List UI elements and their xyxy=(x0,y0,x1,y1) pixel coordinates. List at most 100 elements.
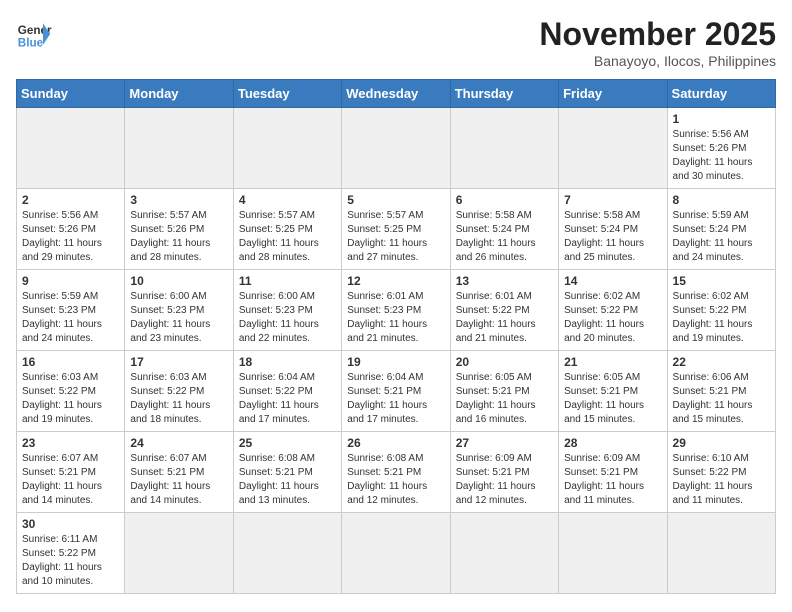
day-number: 2 xyxy=(22,193,119,207)
calendar-day-cell: 26 Sunrise: 6:08 AMSunset: 5:21 PMDayligh… xyxy=(342,432,450,513)
day-info: Sunrise: 5:57 AMSunset: 5:25 PMDaylight:… xyxy=(347,209,444,265)
calendar-day-cell: 11Sunrise: 6:00 AMSunset: 5:23 PMDayligh… xyxy=(233,270,341,351)
day-info: Sunrise: 5:57 AMSunset: 5:25 PMDaylight:… xyxy=(239,209,336,265)
calendar-week-row: 30 Sunrise: 6:11 AMSunset: 5:22 PMDayligh… xyxy=(17,513,776,594)
calendar-day-cell xyxy=(17,108,125,189)
day-info: Sunrise: 5:58 AMSunset: 5:24 PMDaylight:… xyxy=(456,209,553,265)
calendar-day-cell: 27 Sunrise: 6:09 AMSunset: 5:21 PMDayligh… xyxy=(450,432,558,513)
calendar-week-row: 9 Sunrise: 5:59 AMSunset: 5:23 PMDaylight… xyxy=(17,270,776,351)
calendar-day-cell: 18 Sunrise: 6:04 AMSunset: 5:22 PMDayligh… xyxy=(233,351,341,432)
day-info: Sunrise: 5:56 AMSunset: 5:26 PMDaylight:… xyxy=(22,209,119,265)
day-info: Sunrise: 5:56 AMSunset: 5:26 PMDaylight:… xyxy=(673,128,770,184)
day-number: 19 xyxy=(347,355,444,369)
day-number: 9 xyxy=(22,274,119,288)
day-info: Sunrise: 5:57 AMSunset: 5:26 PMDaylight:… xyxy=(130,209,227,265)
calendar-day-cell: 20Sunrise: 6:05 AMSunset: 5:21 PMDayligh… xyxy=(450,351,558,432)
day-number: 29 xyxy=(673,436,770,450)
day-number: 3 xyxy=(130,193,227,207)
day-info: Sunrise: 6:11 AMSunset: 5:22 PMDaylight:… xyxy=(22,533,119,589)
day-info: Sunrise: 6:02 AMSunset: 5:22 PMDaylight:… xyxy=(564,290,661,346)
calendar-day-cell: 22Sunrise: 6:06 AMSunset: 5:21 PMDayligh… xyxy=(667,351,775,432)
calendar-day-cell: 10 Sunrise: 6:00 AMSunset: 5:23 PMDayligh… xyxy=(125,270,233,351)
weekday-header-cell: Saturday xyxy=(667,80,775,108)
day-number: 23 xyxy=(22,436,119,450)
calendar-day-cell: 21Sunrise: 6:05 AMSunset: 5:21 PMDayligh… xyxy=(559,351,667,432)
day-number: 16 xyxy=(22,355,119,369)
day-number: 25 xyxy=(239,436,336,450)
day-number: 30 xyxy=(22,517,119,531)
day-number: 28 xyxy=(564,436,661,450)
calendar-week-row: 16 Sunrise: 6:03 AMSunset: 5:22 PMDayligh… xyxy=(17,351,776,432)
day-number: 18 xyxy=(239,355,336,369)
calendar-day-cell: 30 Sunrise: 6:11 AMSunset: 5:22 PMDayligh… xyxy=(17,513,125,594)
calendar-day-cell: 13Sunrise: 6:01 AMSunset: 5:22 PMDayligh… xyxy=(450,270,558,351)
day-info: Sunrise: 6:03 AMSunset: 5:22 PMDaylight:… xyxy=(22,371,119,427)
day-number: 10 xyxy=(130,274,227,288)
calendar-day-cell xyxy=(450,108,558,189)
day-info: Sunrise: 5:58 AMSunset: 5:24 PMDaylight:… xyxy=(564,209,661,265)
calendar-day-cell xyxy=(233,513,341,594)
calendar-day-cell: 1 Sunrise: 5:56 AMSunset: 5:26 PMDaylight… xyxy=(667,108,775,189)
calendar-day-cell: 8 Sunrise: 5:59 AMSunset: 5:24 PMDaylight… xyxy=(667,189,775,270)
day-info: Sunrise: 6:04 AMSunset: 5:22 PMDaylight:… xyxy=(239,371,336,427)
calendar-day-cell: 12Sunrise: 6:01 AMSunset: 5:23 PMDayligh… xyxy=(342,270,450,351)
day-number: 22 xyxy=(673,355,770,369)
calendar-day-cell: 6 Sunrise: 5:58 AMSunset: 5:24 PMDaylight… xyxy=(450,189,558,270)
day-info: Sunrise: 6:00 AMSunset: 5:23 PMDaylight:… xyxy=(130,290,227,346)
calendar-week-row: 23 Sunrise: 6:07 AMSunset: 5:21 PMDayligh… xyxy=(17,432,776,513)
day-number: 15 xyxy=(673,274,770,288)
calendar-day-cell: 28Sunrise: 6:09 AMSunset: 5:21 PMDayligh… xyxy=(559,432,667,513)
day-number: 6 xyxy=(456,193,553,207)
calendar-day-cell: 2 Sunrise: 5:56 AMSunset: 5:26 PMDaylight… xyxy=(17,189,125,270)
logo: General Blue xyxy=(16,16,52,52)
calendar-day-cell xyxy=(125,513,233,594)
day-info: Sunrise: 6:07 AMSunset: 5:21 PMDaylight:… xyxy=(130,452,227,508)
day-info: Sunrise: 6:03 AMSunset: 5:22 PMDaylight:… xyxy=(130,371,227,427)
calendar-body: 1 Sunrise: 5:56 AMSunset: 5:26 PMDaylight… xyxy=(17,108,776,594)
month-title: November 2025 xyxy=(539,16,776,53)
calendar-day-cell: 9 Sunrise: 5:59 AMSunset: 5:23 PMDaylight… xyxy=(17,270,125,351)
weekday-header-row: SundayMondayTuesdayWednesdayThursdayFrid… xyxy=(17,80,776,108)
calendar-day-cell xyxy=(125,108,233,189)
calendar-day-cell: 17 Sunrise: 6:03 AMSunset: 5:22 PMDayligh… xyxy=(125,351,233,432)
day-info: Sunrise: 6:07 AMSunset: 5:21 PMDaylight:… xyxy=(22,452,119,508)
calendar-week-row: 1 Sunrise: 5:56 AMSunset: 5:26 PMDaylight… xyxy=(17,108,776,189)
weekday-header-cell: Monday xyxy=(125,80,233,108)
day-number: 1 xyxy=(673,112,770,126)
calendar-day-cell xyxy=(342,108,450,189)
calendar-day-cell xyxy=(450,513,558,594)
day-info: Sunrise: 5:59 AMSunset: 5:24 PMDaylight:… xyxy=(673,209,770,265)
day-number: 8 xyxy=(673,193,770,207)
day-info: Sunrise: 6:00 AMSunset: 5:23 PMDaylight:… xyxy=(239,290,336,346)
calendar-day-cell: 19Sunrise: 6:04 AMSunset: 5:21 PMDayligh… xyxy=(342,351,450,432)
weekday-header-cell: Wednesday xyxy=(342,80,450,108)
day-info: Sunrise: 6:02 AMSunset: 5:22 PMDaylight:… xyxy=(673,290,770,346)
day-number: 27 xyxy=(456,436,553,450)
calendar-day-cell: 3 Sunrise: 5:57 AMSunset: 5:26 PMDaylight… xyxy=(125,189,233,270)
calendar-day-cell: 23 Sunrise: 6:07 AMSunset: 5:21 PMDayligh… xyxy=(17,432,125,513)
day-number: 14 xyxy=(564,274,661,288)
calendar-day-cell: 24Sunrise: 6:07 AMSunset: 5:21 PMDayligh… xyxy=(125,432,233,513)
weekday-header-cell: Sunday xyxy=(17,80,125,108)
day-number: 7 xyxy=(564,193,661,207)
calendar-day-cell: 29Sunrise: 6:10 AMSunset: 5:22 PMDayligh… xyxy=(667,432,775,513)
calendar-day-cell: 4 Sunrise: 5:57 AMSunset: 5:25 PMDaylight… xyxy=(233,189,341,270)
calendar-day-cell xyxy=(559,513,667,594)
day-info: Sunrise: 6:08 AMSunset: 5:21 PMDaylight:… xyxy=(347,452,444,508)
calendar-day-cell: 16 Sunrise: 6:03 AMSunset: 5:22 PMDayligh… xyxy=(17,351,125,432)
day-info: Sunrise: 6:05 AMSunset: 5:21 PMDaylight:… xyxy=(456,371,553,427)
location-subtitle: Banayoyo, Ilocos, Philippines xyxy=(539,53,776,69)
calendar-day-cell: 14 Sunrise: 6:02 AMSunset: 5:22 PMDayligh… xyxy=(559,270,667,351)
day-number: 26 xyxy=(347,436,444,450)
calendar-day-cell: 5 Sunrise: 5:57 AMSunset: 5:25 PMDaylight… xyxy=(342,189,450,270)
logo-icon: General Blue xyxy=(16,16,52,52)
day-number: 4 xyxy=(239,193,336,207)
title-block: November 2025 Banayoyo, Ilocos, Philippi… xyxy=(539,16,776,69)
day-number: 5 xyxy=(347,193,444,207)
day-info: Sunrise: 6:05 AMSunset: 5:21 PMDaylight:… xyxy=(564,371,661,427)
day-info: Sunrise: 5:59 AMSunset: 5:23 PMDaylight:… xyxy=(22,290,119,346)
calendar-week-row: 2 Sunrise: 5:56 AMSunset: 5:26 PMDaylight… xyxy=(17,189,776,270)
weekday-header-cell: Tuesday xyxy=(233,80,341,108)
day-info: Sunrise: 6:09 AMSunset: 5:21 PMDaylight:… xyxy=(456,452,553,508)
day-number: 17 xyxy=(130,355,227,369)
